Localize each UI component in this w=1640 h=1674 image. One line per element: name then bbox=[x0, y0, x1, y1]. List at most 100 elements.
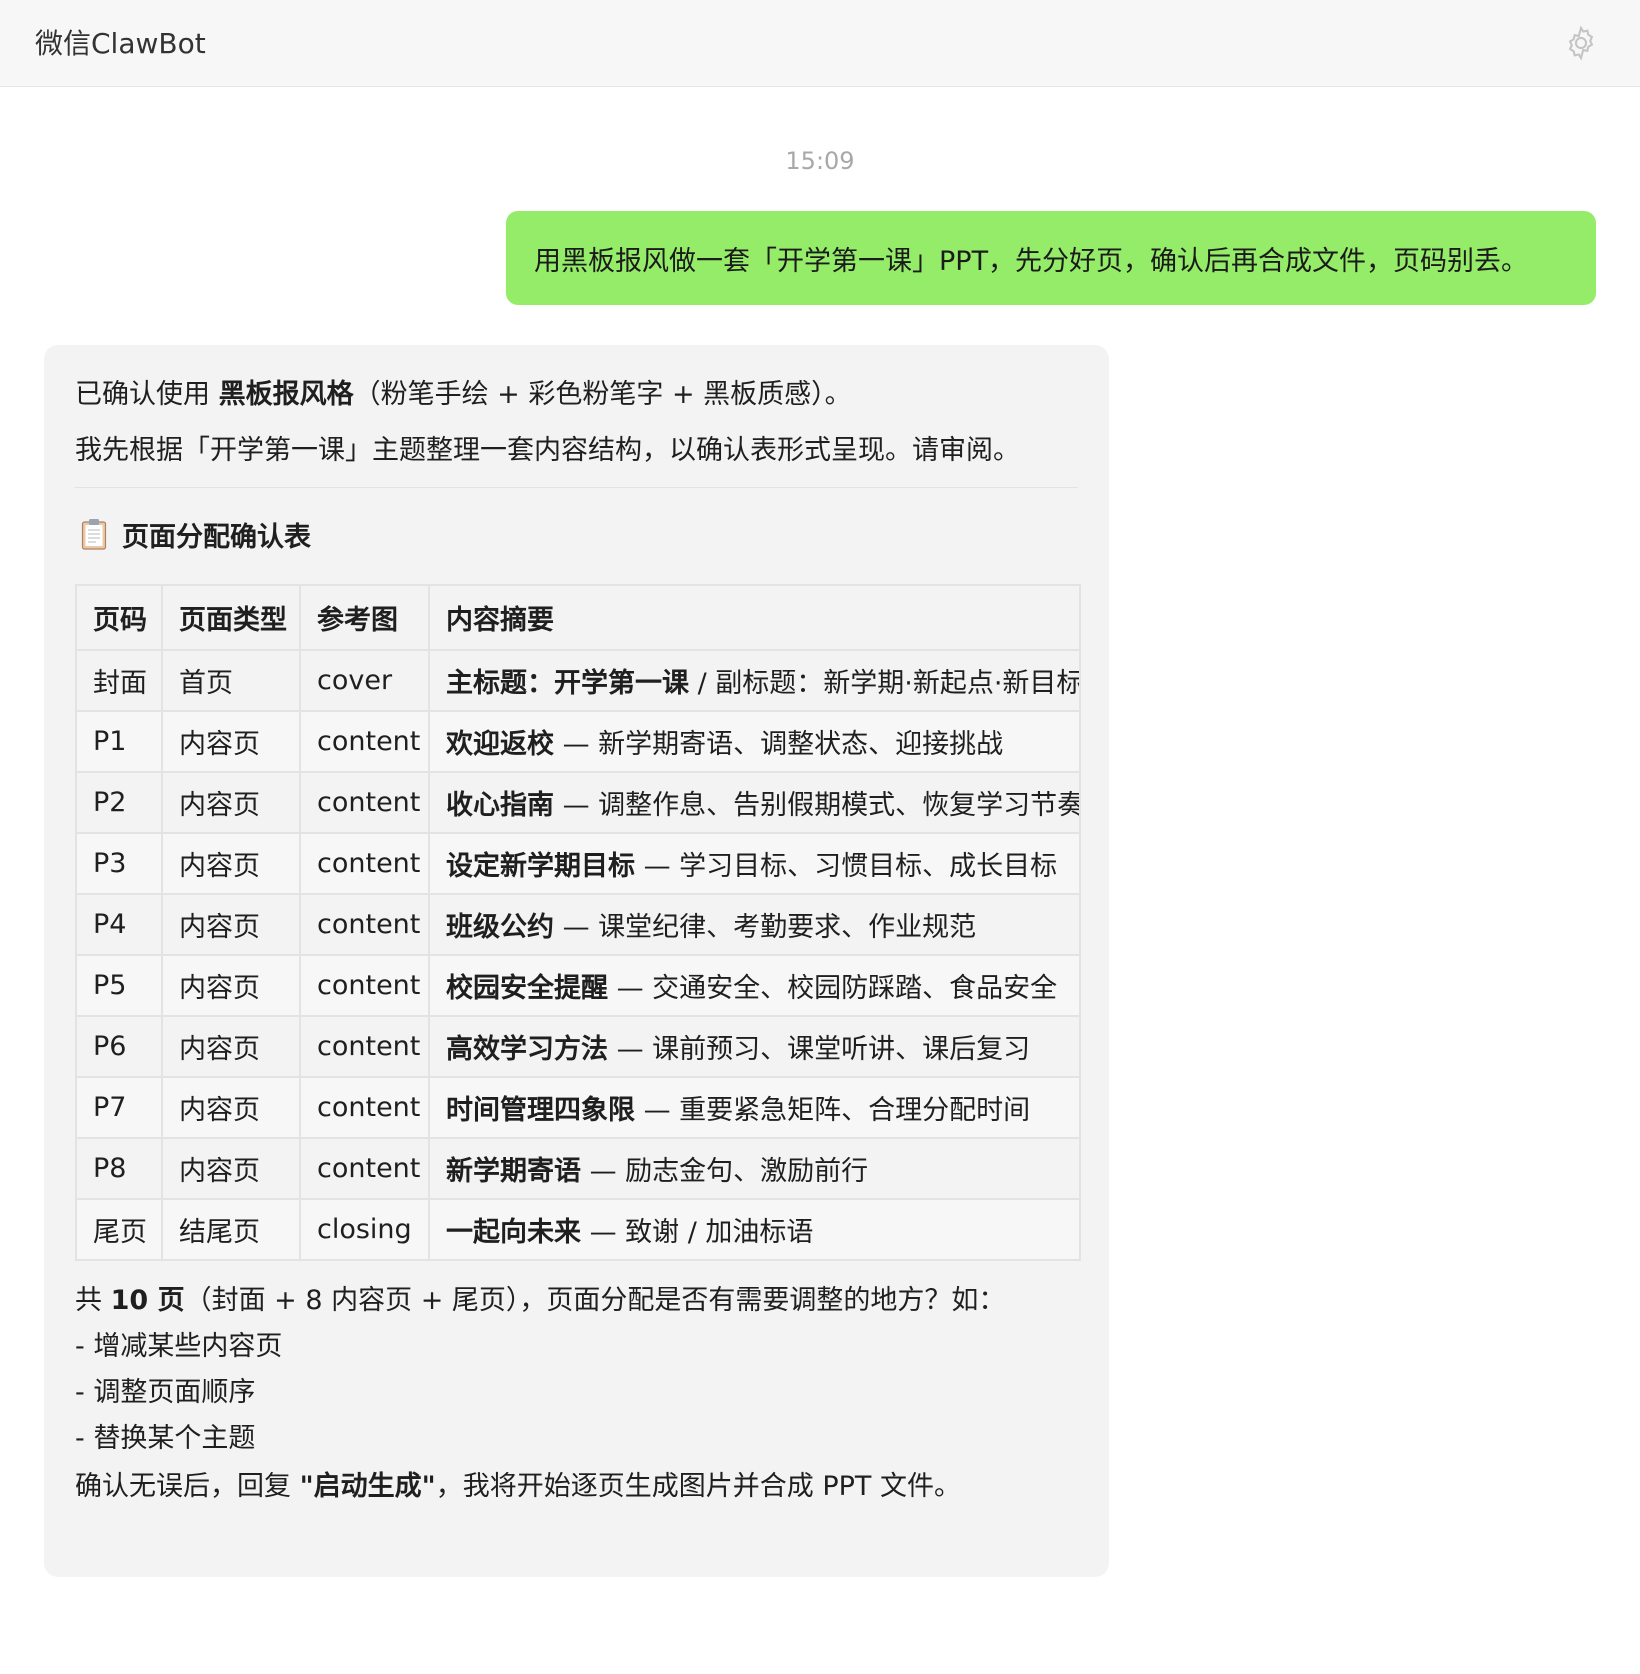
cell-summary: 班级公约 — 课堂纪律、考勤要求、作业规范 bbox=[428, 893, 1081, 956]
cell-ref: content bbox=[299, 832, 430, 895]
option-item: - 调整页面顺序 bbox=[75, 1377, 256, 1408]
cell-page: P8 bbox=[75, 1137, 163, 1200]
reply-footer: 共 10 页（封面 + 8 内容页 + 尾页），页面分配是否有需要调整的地方？如… bbox=[75, 1281, 1078, 1507]
cell-summary: 高效学习方法 — 课前预习、课堂听讲、课后复习 bbox=[428, 1015, 1081, 1078]
table-row: P4 内容页 content 班级公约 — 课堂纪律、考勤要求、作业规范 bbox=[75, 893, 1081, 956]
gear-icon bbox=[1568, 25, 1594, 61]
summary-bold: 主标题：开学第一课 bbox=[446, 668, 689, 699]
summary-bold: 一起向未来 bbox=[446, 1217, 581, 1248]
summary-bold: 时间管理四象限 bbox=[446, 1095, 635, 1126]
column-header: 参考图 bbox=[299, 584, 430, 651]
total-prefix: 共 bbox=[75, 1285, 111, 1316]
cell-ref: content bbox=[299, 1015, 430, 1078]
clipboard-icon bbox=[81, 518, 107, 550]
cell-type: 内容页 bbox=[161, 771, 301, 834]
user-message-bubble[interactable]: 用黑板报风做一套「开学第一课」PPT，先分好页，确认后再合成文件，页码别丢。 bbox=[506, 211, 1596, 305]
cell-type: 内容页 bbox=[161, 1137, 301, 1200]
summary-bold: 欢迎返校 bbox=[446, 729, 554, 760]
intro-suffix: （粉笔手绘 + 彩色粉笔字 + 黑板质感）。 bbox=[353, 379, 852, 410]
summary-rest: — 课前预习、课堂听讲、课后复习 bbox=[608, 1034, 1031, 1065]
summary-rest: — 学习目标、习惯目标、成长目标 bbox=[635, 851, 1058, 882]
intro-line-2: 我先根据「开学第一课」主题整理一套内容结构，以确认表形式呈现。请审阅。 bbox=[75, 435, 1020, 466]
total-suffix: （封面 + 8 内容页 + 尾页），页面分配是否有需要调整的地方？如： bbox=[184, 1285, 1006, 1316]
summary-bold: 高效学习方法 bbox=[446, 1034, 608, 1065]
cell-ref: content bbox=[299, 710, 430, 773]
column-header: 内容摘要 bbox=[428, 584, 1081, 651]
cell-summary: 一起向未来 — 致谢 / 加油标语 bbox=[428, 1198, 1081, 1261]
settings-button[interactable] bbox=[1560, 22, 1602, 64]
summary-rest: — 新学期寄语、调整状态、迎接挑战 bbox=[554, 729, 1004, 760]
cell-type: 内容页 bbox=[161, 954, 301, 1017]
cell-type: 内容页 bbox=[161, 1015, 301, 1078]
cell-summary: 时间管理四象限 — 重要紧急矩阵、合理分配时间 bbox=[428, 1076, 1081, 1139]
summary-bold: 校园安全提醒 bbox=[446, 973, 608, 1004]
cell-ref: content bbox=[299, 954, 430, 1017]
table-row: P5 内容页 content 校园安全提醒 — 交通安全、校园防踩踏、食品安全 bbox=[75, 954, 1081, 1017]
column-header: 页面类型 bbox=[161, 584, 301, 651]
option-item: - 增减某些内容页 bbox=[75, 1331, 283, 1362]
cell-summary: 设定新学期目标 — 学习目标、习惯目标、成长目标 bbox=[428, 832, 1081, 895]
chat-title: 微信ClawBot bbox=[35, 27, 206, 60]
table-row: P2 内容页 content 收心指南 — 调整作息、告别假期模式、恢复学习节奏 bbox=[75, 771, 1081, 834]
cell-page: P6 bbox=[75, 1015, 163, 1078]
cell-type: 内容页 bbox=[161, 832, 301, 895]
page-allocation-table: 页码 页面类型 参考图 内容摘要 封面 首页 cover 主标题：开学第一课 / 副标… bbox=[75, 584, 1081, 1261]
cell-type: 结尾页 bbox=[161, 1198, 301, 1261]
confirm-bold: "启动生成" bbox=[299, 1471, 436, 1502]
intro-bold: 黑板报风格 bbox=[218, 379, 354, 410]
summary-rest: — 课堂纪律、考勤要求、作业规范 bbox=[554, 912, 977, 943]
section-heading: 页面分配确认表 bbox=[75, 514, 1078, 554]
divider bbox=[75, 487, 1078, 488]
intro-line-1: 已确认使用 黑板报风格（粉笔手绘 + 彩色粉笔字 + 黑板质感）。 bbox=[75, 375, 1078, 415]
table-row: 尾页 结尾页 closing 一起向未来 — 致谢 / 加油标语 bbox=[75, 1198, 1081, 1261]
summary-bold: 收心指南 bbox=[446, 790, 554, 821]
summary-rest: — 交通安全、校园防踩踏、食品安全 bbox=[608, 973, 1058, 1004]
section-title: 页面分配确认表 bbox=[122, 521, 311, 553]
summary-rest: — 调整作息、告别假期模式、恢复学习节奏 bbox=[554, 790, 1080, 821]
cell-page: P2 bbox=[75, 771, 163, 834]
summary-bold: 新学期寄语 bbox=[446, 1156, 581, 1187]
cell-summary: 校园安全提醒 — 交通安全、校园防踩踏、食品安全 bbox=[428, 954, 1081, 1017]
cell-type: 首页 bbox=[161, 649, 301, 712]
summary-rest: — 重要紧急矩阵、合理分配时间 bbox=[635, 1095, 1031, 1126]
cell-ref: content bbox=[299, 893, 430, 956]
confirm-prefix: 确认无误后，回复 bbox=[75, 1471, 300, 1502]
cell-summary: 新学期寄语 — 励志金句、激励前行 bbox=[428, 1137, 1081, 1200]
summary-rest: — 励志金句、激励前行 bbox=[581, 1156, 869, 1187]
table-row: P8 内容页 content 新学期寄语 — 励志金句、激励前行 bbox=[75, 1137, 1081, 1200]
confirm-suffix: ，我将开始逐页生成图片并合成 PPT 文件。 bbox=[435, 1471, 961, 1502]
summary-bold: 班级公约 bbox=[446, 912, 554, 943]
cell-page: P4 bbox=[75, 893, 163, 956]
chat-header: 微信ClawBot bbox=[0, 0, 1640, 87]
cell-ref: closing bbox=[299, 1198, 430, 1261]
cell-page: P1 bbox=[75, 710, 163, 773]
confirm-line: 确认无误后，回复 "启动生成"，我将开始逐页生成图片并合成 PPT 文件。 bbox=[75, 1467, 1078, 1507]
chat-window: 微信ClawBot 15:09 用黑板报风做一套「开学第一课」PPT，先分好页，… bbox=[0, 0, 1640, 1674]
summary-rest: / 副标题：新学期·新起点·新目标 bbox=[689, 668, 1080, 699]
table-row: P6 内容页 content 高效学习方法 — 课前预习、课堂听讲、课后复习 bbox=[75, 1015, 1081, 1078]
cell-summary: 收心指南 — 调整作息、告别假期模式、恢复学习节奏 bbox=[428, 771, 1081, 834]
table-row: P1 内容页 content 欢迎返校 — 新学期寄语、调整状态、迎接挑战 bbox=[75, 710, 1081, 773]
cell-ref: content bbox=[299, 1137, 430, 1200]
cell-page: P5 bbox=[75, 954, 163, 1017]
cell-summary: 欢迎返校 — 新学期寄语、调整状态、迎接挑战 bbox=[428, 710, 1081, 773]
table-row: 封面 首页 cover 主标题：开学第一课 / 副标题：新学期·新起点·新目标 bbox=[75, 649, 1081, 712]
user-message-text: 用黑板报风做一套「开学第一课」PPT，先分好页，确认后再合成文件，页码别丢。 bbox=[534, 245, 1529, 277]
cell-ref: content bbox=[299, 1076, 430, 1139]
summary-rest: — 致谢 / 加油标语 bbox=[581, 1217, 814, 1248]
table-row: P7 内容页 content 时间管理四象限 — 重要紧急矩阵、合理分配时间 bbox=[75, 1076, 1081, 1139]
summary-bold: 设定新学期目标 bbox=[446, 851, 635, 882]
cell-page: 尾页 bbox=[75, 1198, 163, 1261]
cell-type: 内容页 bbox=[161, 893, 301, 956]
intro-prefix: 已确认使用 bbox=[75, 379, 219, 410]
table-header-row: 页码 页面类型 参考图 内容摘要 bbox=[75, 584, 1081, 651]
column-header: 页码 bbox=[75, 584, 163, 651]
bot-message-bubble[interactable]: 已确认使用 黑板报风格（粉笔手绘 + 彩色粉笔字 + 黑板质感）。 我先根据「开… bbox=[44, 345, 1109, 1577]
cell-ref: content bbox=[299, 771, 430, 834]
table-row: P3 内容页 content 设定新学期目标 — 学习目标、习惯目标、成长目标 bbox=[75, 832, 1081, 895]
cell-summary: 主标题：开学第一课 / 副标题：新学期·新起点·新目标 bbox=[428, 649, 1081, 712]
cell-ref: cover bbox=[299, 649, 430, 712]
total-pages-line: 共 10 页（封面 + 8 内容页 + 尾页），页面分配是否有需要调整的地方？如… bbox=[75, 1281, 1078, 1321]
message-timestamp: 15:09 bbox=[785, 147, 855, 175]
cell-page: P7 bbox=[75, 1076, 163, 1139]
